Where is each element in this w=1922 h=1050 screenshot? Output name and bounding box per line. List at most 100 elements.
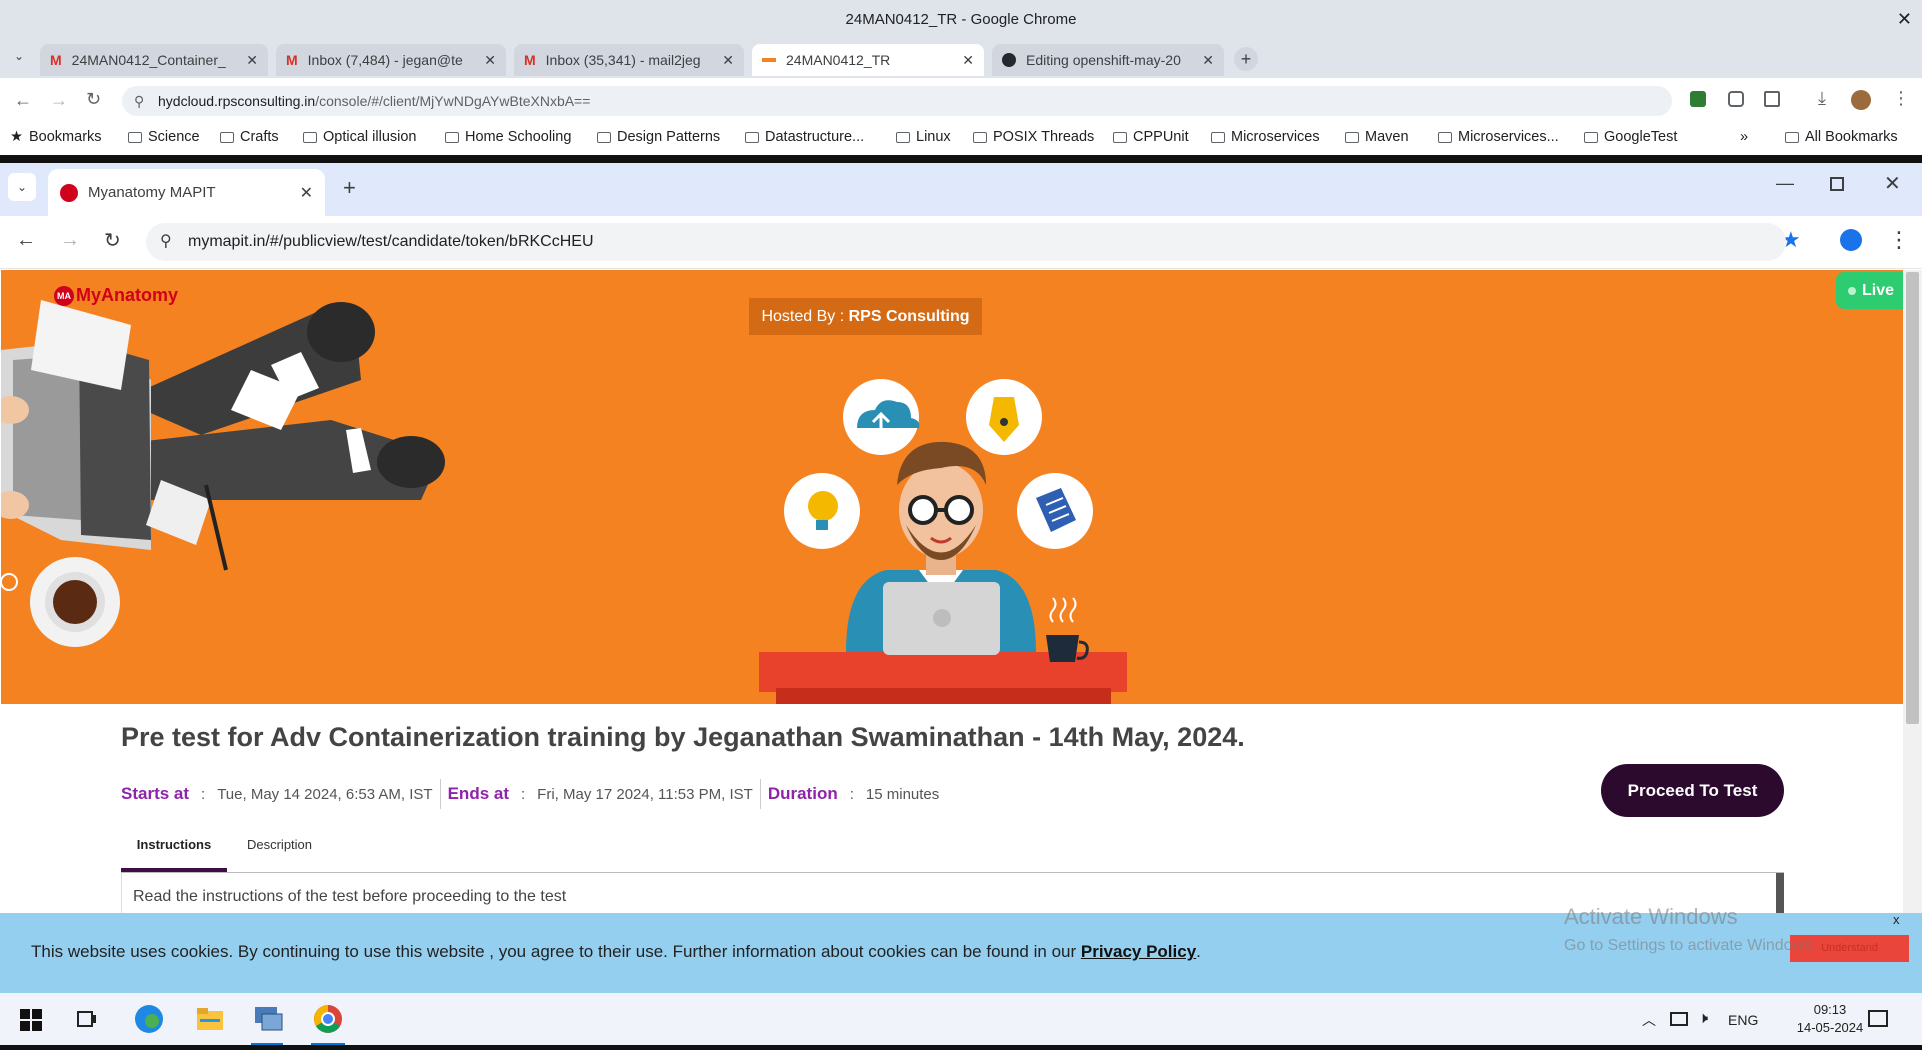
hosted-by-name: RPS Consulting: [848, 308, 970, 325]
chrome-icon[interactable]: [313, 1004, 343, 1034]
activate-windows-subtext: Go to Settings to activate Windows.: [1564, 937, 1817, 954]
document-icon: [1017, 473, 1093, 549]
bookmarks-overflow-icon[interactable]: »: [1740, 129, 1748, 145]
url-text: mymapit.in/#/publicview/test/candidate/t…: [188, 233, 594, 250]
bookmark-label: GoogleTest: [1604, 129, 1678, 145]
tab-search-icon[interactable]: ⌄: [14, 49, 24, 63]
folder-icon: [1584, 131, 1598, 143]
minimize-icon[interactable]: —: [1776, 173, 1794, 194]
new-tab-plus-icon[interactable]: +: [1234, 47, 1258, 71]
outer-tab-1[interactable]: M 24MAN0412_Container_ ✕: [40, 44, 268, 76]
menu-kebab-icon[interactable]: ⋮: [1892, 88, 1910, 109]
back-arrow-icon[interactable]: ←: [14, 90, 32, 111]
back-arrow-icon[interactable]: ←: [16, 229, 36, 252]
outer-tab-2[interactable]: M Inbox (7,484) - jegan@te ✕: [276, 44, 506, 76]
volume-muted-icon[interactable]: 🕨: [1698, 1010, 1708, 1028]
puzzle-icon[interactable]: [1764, 91, 1780, 107]
bookmark-folder[interactable]: Microservices...: [1438, 129, 1559, 145]
menu-kebab-icon[interactable]: ⋮: [1888, 227, 1910, 253]
forward-arrow-icon[interactable]: →: [50, 90, 68, 111]
inner-close-icon[interactable]: ✕: [1884, 171, 1901, 196]
duration-label: Duration: [767, 784, 838, 803]
clock[interactable]: 09:13 14-05-2024: [1790, 1001, 1870, 1037]
scrollbar-thumb[interactable]: [1906, 272, 1919, 724]
all-bookmarks[interactable]: All Bookmarks: [1785, 129, 1898, 145]
bookmark-label: Crafts: [240, 129, 279, 145]
folder-icon: [973, 131, 987, 143]
file-explorer-icon[interactable]: [196, 1006, 224, 1032]
rps-icon: [762, 58, 776, 62]
language-indicator[interactable]: ENG: [1728, 1012, 1758, 1028]
task-view-icon[interactable]: [76, 1008, 98, 1030]
tab-search-icon[interactable]: ⌄: [8, 173, 36, 201]
page-title: Pre test for Adv Containerization traini…: [121, 722, 1245, 752]
close-icon[interactable]: ✕: [484, 52, 496, 69]
outer-tab-4[interactable]: 24MAN0412_TR ✕: [752, 44, 984, 76]
remote-desktop-icon[interactable]: [252, 1004, 284, 1034]
starts-value: Tue, May 14 2024, 6:53 AM, IST: [217, 785, 433, 803]
bookmark-folder[interactable]: POSIX Threads: [973, 129, 1094, 145]
bookmark-label: Datastructure...: [765, 129, 865, 145]
close-icon[interactable]: ✕: [962, 52, 974, 69]
bookmark-folder[interactable]: Science: [128, 129, 200, 145]
bookmark-folder[interactable]: Microservices: [1211, 129, 1320, 145]
bookmark-label: Linux: [916, 129, 951, 145]
profile-icon[interactable]: [1840, 229, 1862, 251]
download-icon[interactable]: ⤓: [1818, 88, 1826, 109]
legs-illustration: [1, 300, 445, 647]
bookmark-folder[interactable]: Home Schooling: [445, 129, 571, 145]
screen-bottom-edge: [0, 1045, 1922, 1050]
inner-tab-active[interactable]: Myanatomy MAPIT ✕: [48, 169, 325, 216]
extension-icon[interactable]: [1728, 91, 1744, 107]
cookie-close-icon[interactable]: x: [1893, 912, 1900, 927]
bookmark-folder[interactable]: CPPUnit: [1113, 129, 1189, 145]
gmail-icon: M: [524, 52, 536, 68]
ends-value: Fri, May 17 2024, 11:53 PM, IST: [537, 785, 753, 803]
tab-description[interactable]: Description: [232, 825, 327, 873]
folder-icon: [597, 131, 611, 143]
logo-badge: MA: [54, 285, 74, 306]
close-icon[interactable]: ✕: [1202, 52, 1214, 69]
reload-icon[interactable]: ↻: [86, 89, 101, 110]
forward-arrow-icon[interactable]: →: [60, 229, 80, 252]
myanatomy-favicon-icon: [60, 183, 78, 202]
extension-badge-icon[interactable]: [1690, 91, 1706, 107]
outer-close-icon[interactable]: ✕: [1897, 9, 1912, 29]
gmail-icon: M: [50, 52, 62, 68]
folder-icon: [303, 131, 317, 143]
site-settings-icon[interactable]: ⚲: [160, 223, 172, 261]
tray-chevron-icon[interactable]: ︿: [1642, 1010, 1656, 1030]
bookmark-item[interactable]: ★ Bookmarks: [10, 129, 102, 145]
edge-browser-icon[interactable]: [134, 1004, 164, 1034]
tab-instructions[interactable]: Instructions: [121, 825, 227, 873]
outer-tab-5[interactable]: Editing openshift-may-20 ✕: [992, 44, 1224, 76]
proceed-to-test-button[interactable]: Proceed To Test: [1601, 764, 1784, 817]
windows-start-icon[interactable]: [20, 1009, 42, 1031]
outer-address-bar[interactable]: ⚲ hydcloud.rpsconsulting.in/console/#/cl…: [122, 86, 1672, 116]
bookmark-folder[interactable]: Crafts: [220, 129, 279, 145]
new-tab-plus-icon[interactable]: +: [343, 175, 356, 201]
avatar[interactable]: [1851, 90, 1871, 110]
reload-icon[interactable]: ↻: [104, 228, 121, 253]
instructions-text: Read the instructions of the test before…: [133, 888, 567, 905]
bookmark-folder[interactable]: GoogleTest: [1584, 129, 1677, 145]
bookmark-folder[interactable]: Linux: [896, 129, 951, 145]
inner-address-bar[interactable]: ⚲ mymapit.in/#/publicview/test/candidate…: [146, 223, 1786, 261]
bookmark-folder[interactable]: Optical illusion: [303, 129, 417, 145]
privacy-policy-link[interactable]: Privacy Policy: [1081, 942, 1196, 961]
folder-icon: [745, 131, 759, 143]
close-icon[interactable]: ✕: [246, 52, 258, 69]
bookmark-folder[interactable]: Datastructure...: [745, 129, 864, 145]
outer-tab-3[interactable]: M Inbox (35,341) - mail2jeg ✕: [514, 44, 744, 76]
network-icon[interactable]: [1670, 1012, 1688, 1026]
restore-icon[interactable]: [1830, 177, 1844, 191]
notification-icon[interactable]: [1868, 1010, 1888, 1027]
site-settings-icon[interactable]: ⚲: [134, 86, 144, 116]
close-icon[interactable]: ✕: [722, 52, 734, 69]
bookmark-folder[interactable]: Maven: [1345, 129, 1409, 145]
bookmark-folder[interactable]: Design Patterns: [597, 129, 720, 145]
outer-tab-strip: ⌄ M 24MAN0412_Container_ ✕ M Inbox (7,48…: [0, 39, 1922, 78]
hero-banner: [1, 270, 1903, 704]
myanatomy-logo[interactable]: MA MyAnatomy: [54, 285, 178, 306]
close-icon[interactable]: ✕: [300, 183, 313, 203]
